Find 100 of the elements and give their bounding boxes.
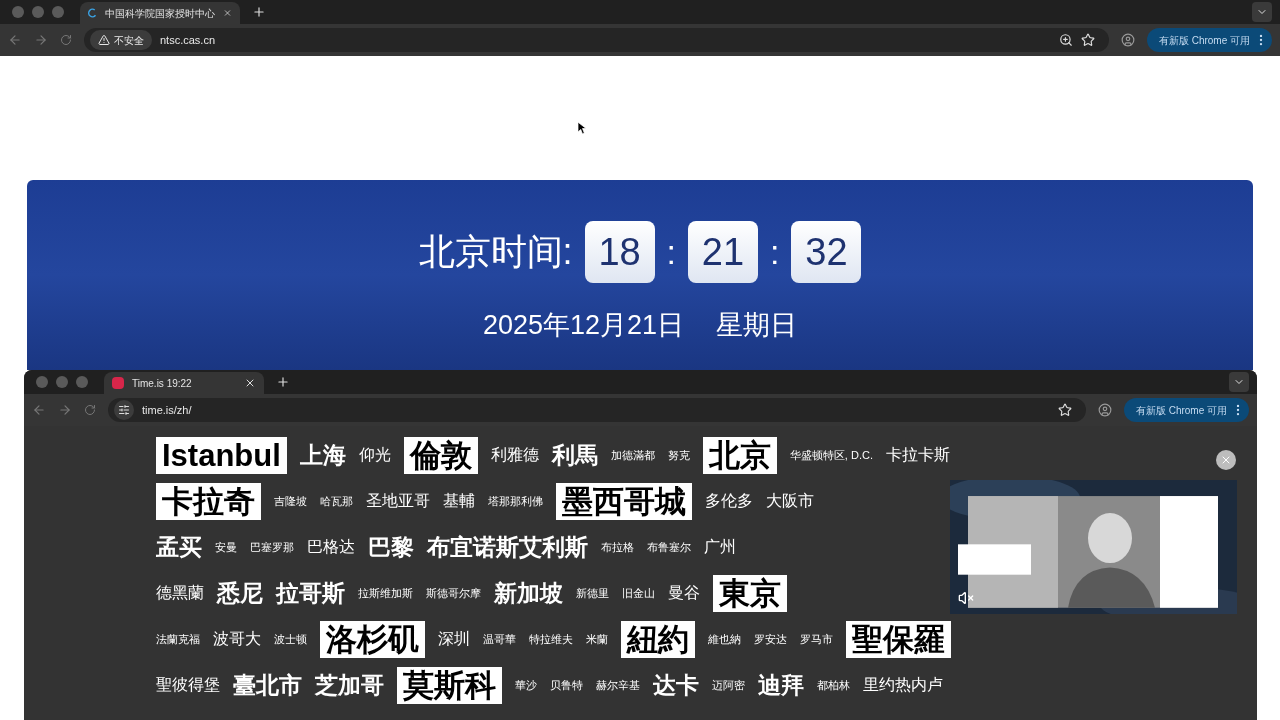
city-name[interactable]: 深圳 [438,631,470,647]
city-name[interactable]: 华盛顿特区, D.C. [789,449,873,461]
city-name[interactable]: 多伦多 [705,493,753,509]
back-icon[interactable] [8,33,22,47]
city-name[interactable]: 罗安达 [754,633,787,645]
window-control[interactable] [12,6,24,18]
forward-icon[interactable] [58,403,72,417]
city-name[interactable]: 德黑蘭 [156,585,204,601]
city-name-highlighted[interactable]: 倫敦 [403,436,478,474]
city-name-highlighted[interactable]: 墨西哥城 [556,482,692,520]
city-name[interactable]: 圣地亚哥 [366,493,430,509]
window-control[interactable] [36,376,48,388]
city-name[interactable]: 大阪市 [766,493,814,509]
city-name-highlighted[interactable]: Istanbul [156,436,287,474]
window-control[interactable] [52,6,64,18]
city-name[interactable]: 仰光 [358,447,391,463]
city-name[interactable]: 新德里 [576,587,609,599]
back-icon[interactable] [32,403,46,417]
city-name[interactable]: 巴黎 [368,535,414,559]
address-bar[interactable]: time.is/zh/ [108,398,1086,422]
window-control[interactable] [32,6,44,18]
city-name[interactable]: 華沙 [515,679,537,691]
city-name[interactable]: 維也納 [708,633,741,645]
update-chrome-button[interactable]: 有新版 Chrome 可用 [1123,398,1249,422]
city-name[interactable]: 达卡 [653,673,699,697]
tab-list-button[interactable] [1252,2,1272,22]
city-name[interactable]: 特拉维夫 [529,633,573,645]
city-name[interactable]: 拉斯维加斯 [358,587,413,599]
time-separator: : [769,231,781,273]
city-name[interactable]: 安曼 [215,541,237,553]
city-name[interactable]: 迪拜 [758,673,804,697]
city-name[interactable]: 波士顿 [274,633,307,645]
close-icon[interactable] [244,377,256,389]
city-name[interactable]: 曼谷 [668,585,700,601]
address-bar[interactable]: 不安全 ntsc.cas.cn [84,28,1109,52]
city-name[interactable]: 基輔 [443,493,475,509]
city-name[interactable]: 利雅德 [490,447,539,463]
city-name[interactable]: 塔那那利佛 [488,495,543,507]
city-name[interactable]: 旧金山 [622,587,655,599]
browser-tab[interactable]: 中国科学院国家授时中心 [80,2,240,24]
city-name-highlighted[interactable]: 聖保羅 [846,620,951,658]
city-name[interactable]: 吉隆坡 [274,495,307,507]
city-name[interactable]: 波哥大 [213,631,261,647]
city-name-highlighted[interactable]: 卡拉奇 [156,482,261,520]
mouse-cursor-icon [578,122,587,135]
new-tab-icon[interactable] [252,5,266,19]
city-name[interactable]: 巴塞罗那 [250,541,294,553]
city-name[interactable]: 悉尼 [217,581,263,605]
city-name[interactable]: 赫尔辛基 [596,679,640,691]
tab-title: Time.is 19:22 [132,376,193,391]
window-control[interactable] [76,376,88,388]
city-name[interactable]: 布鲁塞尔 [647,541,691,553]
city-name[interactable]: 哈瓦那 [320,495,353,507]
city-name[interactable]: 卡拉卡斯 [885,447,950,463]
zoom-icon[interactable] [1058,33,1073,47]
security-chip[interactable]: 不安全 [90,30,152,50]
city-name[interactable]: 米蘭 [586,633,608,645]
city-name[interactable]: 芝加哥 [315,673,384,697]
city-name[interactable]: 迈阿密 [712,679,745,691]
city-name[interactable]: 里约热内卢 [863,677,943,693]
city-name[interactable]: 新加坡 [494,581,563,605]
city-name[interactable]: 罗马市 [800,633,833,645]
close-video-button[interactable] [1216,450,1236,470]
update-chrome-button[interactable]: 有新版 Chrome 可用 [1146,28,1272,52]
city-name[interactable]: 法蘭克福 [156,633,200,645]
city-name[interactable]: 布拉格 [601,541,634,553]
new-tab-icon[interactable] [276,375,290,389]
window-control[interactable] [56,376,68,388]
city-name-highlighted[interactable]: 莫斯科 [397,666,502,704]
browser-tab[interactable]: Time.is 19:22 [104,372,264,394]
muted-icon[interactable] [958,590,974,606]
city-name[interactable]: 斯德哥尔摩 [426,587,481,599]
city-name[interactable]: 努克 [667,449,690,461]
city-name[interactable]: 都柏林 [817,679,850,691]
forward-icon[interactable] [34,33,48,47]
city-name[interactable]: 布宜诺斯艾利斯 [427,535,588,559]
warning-icon [98,34,110,46]
bookmark-star-icon[interactable] [1080,33,1095,47]
city-name[interactable]: 孟买 [156,535,202,559]
city-name-highlighted[interactable]: 洛杉矶 [320,620,425,658]
city-name-highlighted[interactable]: 東京 [713,574,787,612]
city-name[interactable]: 臺北市 [233,673,302,697]
city-name-highlighted[interactable]: 北京 [702,436,777,474]
profile-icon[interactable] [1097,403,1112,417]
profile-icon[interactable] [1120,33,1135,47]
city-name[interactable]: 拉哥斯 [276,581,345,605]
tab-list-button[interactable] [1229,372,1249,392]
city-name[interactable]: 利馬 [551,443,598,467]
site-settings-button[interactable] [114,400,134,420]
city-name-highlighted[interactable]: 紐約 [621,620,695,658]
bookmark-star-icon[interactable] [1057,403,1072,417]
city-name[interactable]: 加德滿都 [610,449,655,461]
city-name[interactable]: 聖彼得堡 [156,677,220,693]
city-name[interactable]: 巴格达 [307,539,355,555]
city-name[interactable]: 温哥華 [483,633,516,645]
city-name[interactable]: 上海 [299,443,346,467]
city-name[interactable]: 广州 [704,539,736,555]
city-name[interactable]: 贝鲁特 [550,679,583,691]
reload-icon[interactable] [84,404,96,416]
reload-icon[interactable] [60,34,72,46]
